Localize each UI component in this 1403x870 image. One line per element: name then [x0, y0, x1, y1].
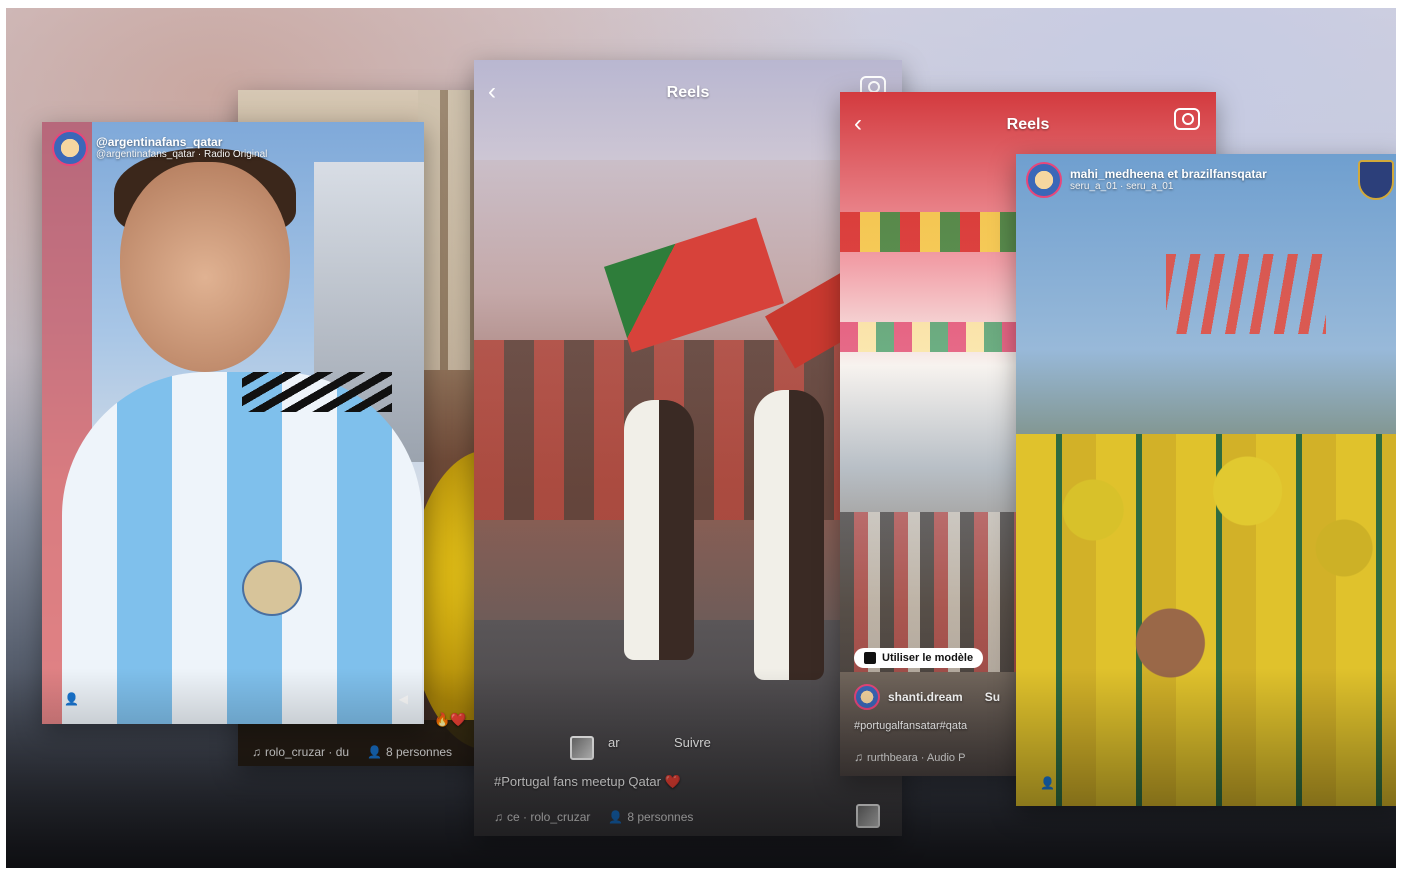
avatar[interactable]: [854, 684, 880, 710]
person-icon[interactable]: 👤: [1040, 776, 1055, 790]
audio-name[interactable]: rolo_cruzar · du: [265, 745, 349, 759]
page-title: Reels: [1006, 116, 1050, 133]
people-count[interactable]: 8 personnes: [627, 810, 693, 824]
card-header: @argentinafans_qatar @argentinafans_qata…: [52, 130, 267, 166]
boy-face: [120, 162, 290, 372]
follow-button[interactable]: Suivre: [674, 735, 711, 750]
person-icon[interactable]: 👤: [64, 692, 79, 706]
mute-icon[interactable]: ◀: [399, 692, 408, 706]
card-meta: ♫ rolo_cruzar · du 👤 8 personnes: [252, 745, 452, 759]
partial-text-left: ar: [608, 735, 620, 750]
audio-thumbnail-icon[interactable]: [570, 736, 594, 760]
people-count[interactable]: 8 personnes: [386, 745, 452, 759]
user-row: shanti.dream Su: [854, 684, 1000, 710]
sky: [474, 60, 902, 160]
user-subtitle: seru_a_01 · seru_a_01: [1070, 181, 1174, 192]
dancer-left: [624, 400, 694, 660]
camera-icon[interactable]: [1174, 108, 1200, 130]
person-icon: 👤: [608, 810, 624, 824]
reel-hashtags: #portugalfansatar#qata: [854, 720, 968, 732]
username[interactable]: @argentinafans_qatar: [96, 135, 267, 149]
music-note-icon: ♫: [854, 750, 863, 764]
username[interactable]: mahi_medheena et brazilfansqatar: [1070, 167, 1267, 181]
crest-icon: [1358, 160, 1394, 200]
audio-name[interactable]: ce · rolo_cruzar: [507, 810, 590, 824]
music-note-icon: ♫: [252, 745, 261, 759]
collage-stage: 🔥❤️ ♫ rolo_cruzar · du 👤 8 personnes @arge…: [6, 8, 1396, 868]
flags: [1166, 254, 1326, 334]
audio-name[interactable]: rurthbeara · Audio P: [867, 752, 965, 764]
avatar[interactable]: [52, 130, 88, 166]
shirt-stripes: [242, 372, 392, 412]
music-note-icon: ♫: [494, 810, 503, 824]
argentina-shirt: [62, 372, 422, 724]
brazil-crowd: [1016, 434, 1396, 806]
template-icon: [864, 652, 876, 664]
card-meta: ♫ rurthbeara · Audio P: [854, 750, 965, 764]
reel-caption: #Portugal fans meetup Qatar ❤️: [494, 774, 681, 789]
card-meta: ♫ ce · rolo_cruzar 👤 8 personnes: [494, 810, 693, 824]
user-subtitle: @argentinafans_qatar · Radio Original: [96, 149, 268, 160]
reel-card-brazil[interactable]: mahi_medheena et brazilfansqatar seru_a_…: [1016, 154, 1396, 806]
caption-emoji: 🔥❤️: [434, 712, 467, 727]
reel-card-boy[interactable]: @argentinafans_qatar @argentinafans_qata…: [42, 122, 424, 724]
portugal-flag: [604, 217, 784, 353]
card-header: mahi_medheena et brazilfansqatar seru_a_…: [1026, 162, 1267, 198]
afa-badge: [242, 560, 302, 616]
dancer-right: [754, 390, 824, 680]
username[interactable]: shanti.dream: [888, 690, 963, 704]
page-title: Reels: [666, 84, 710, 101]
person-icon: 👤: [367, 745, 382, 759]
audio-thumbnail-icon[interactable]: [856, 804, 880, 828]
follow-button[interactable]: Su: [985, 690, 1000, 704]
use-template-button[interactable]: Utiliser le modèle: [854, 648, 984, 668]
use-template-label: Utiliser le modèle: [882, 652, 974, 664]
avatar[interactable]: [1026, 162, 1062, 198]
reel-card-center[interactable]: ‹ Reels ar Suivre #Portugal fans meetup …: [474, 60, 902, 836]
